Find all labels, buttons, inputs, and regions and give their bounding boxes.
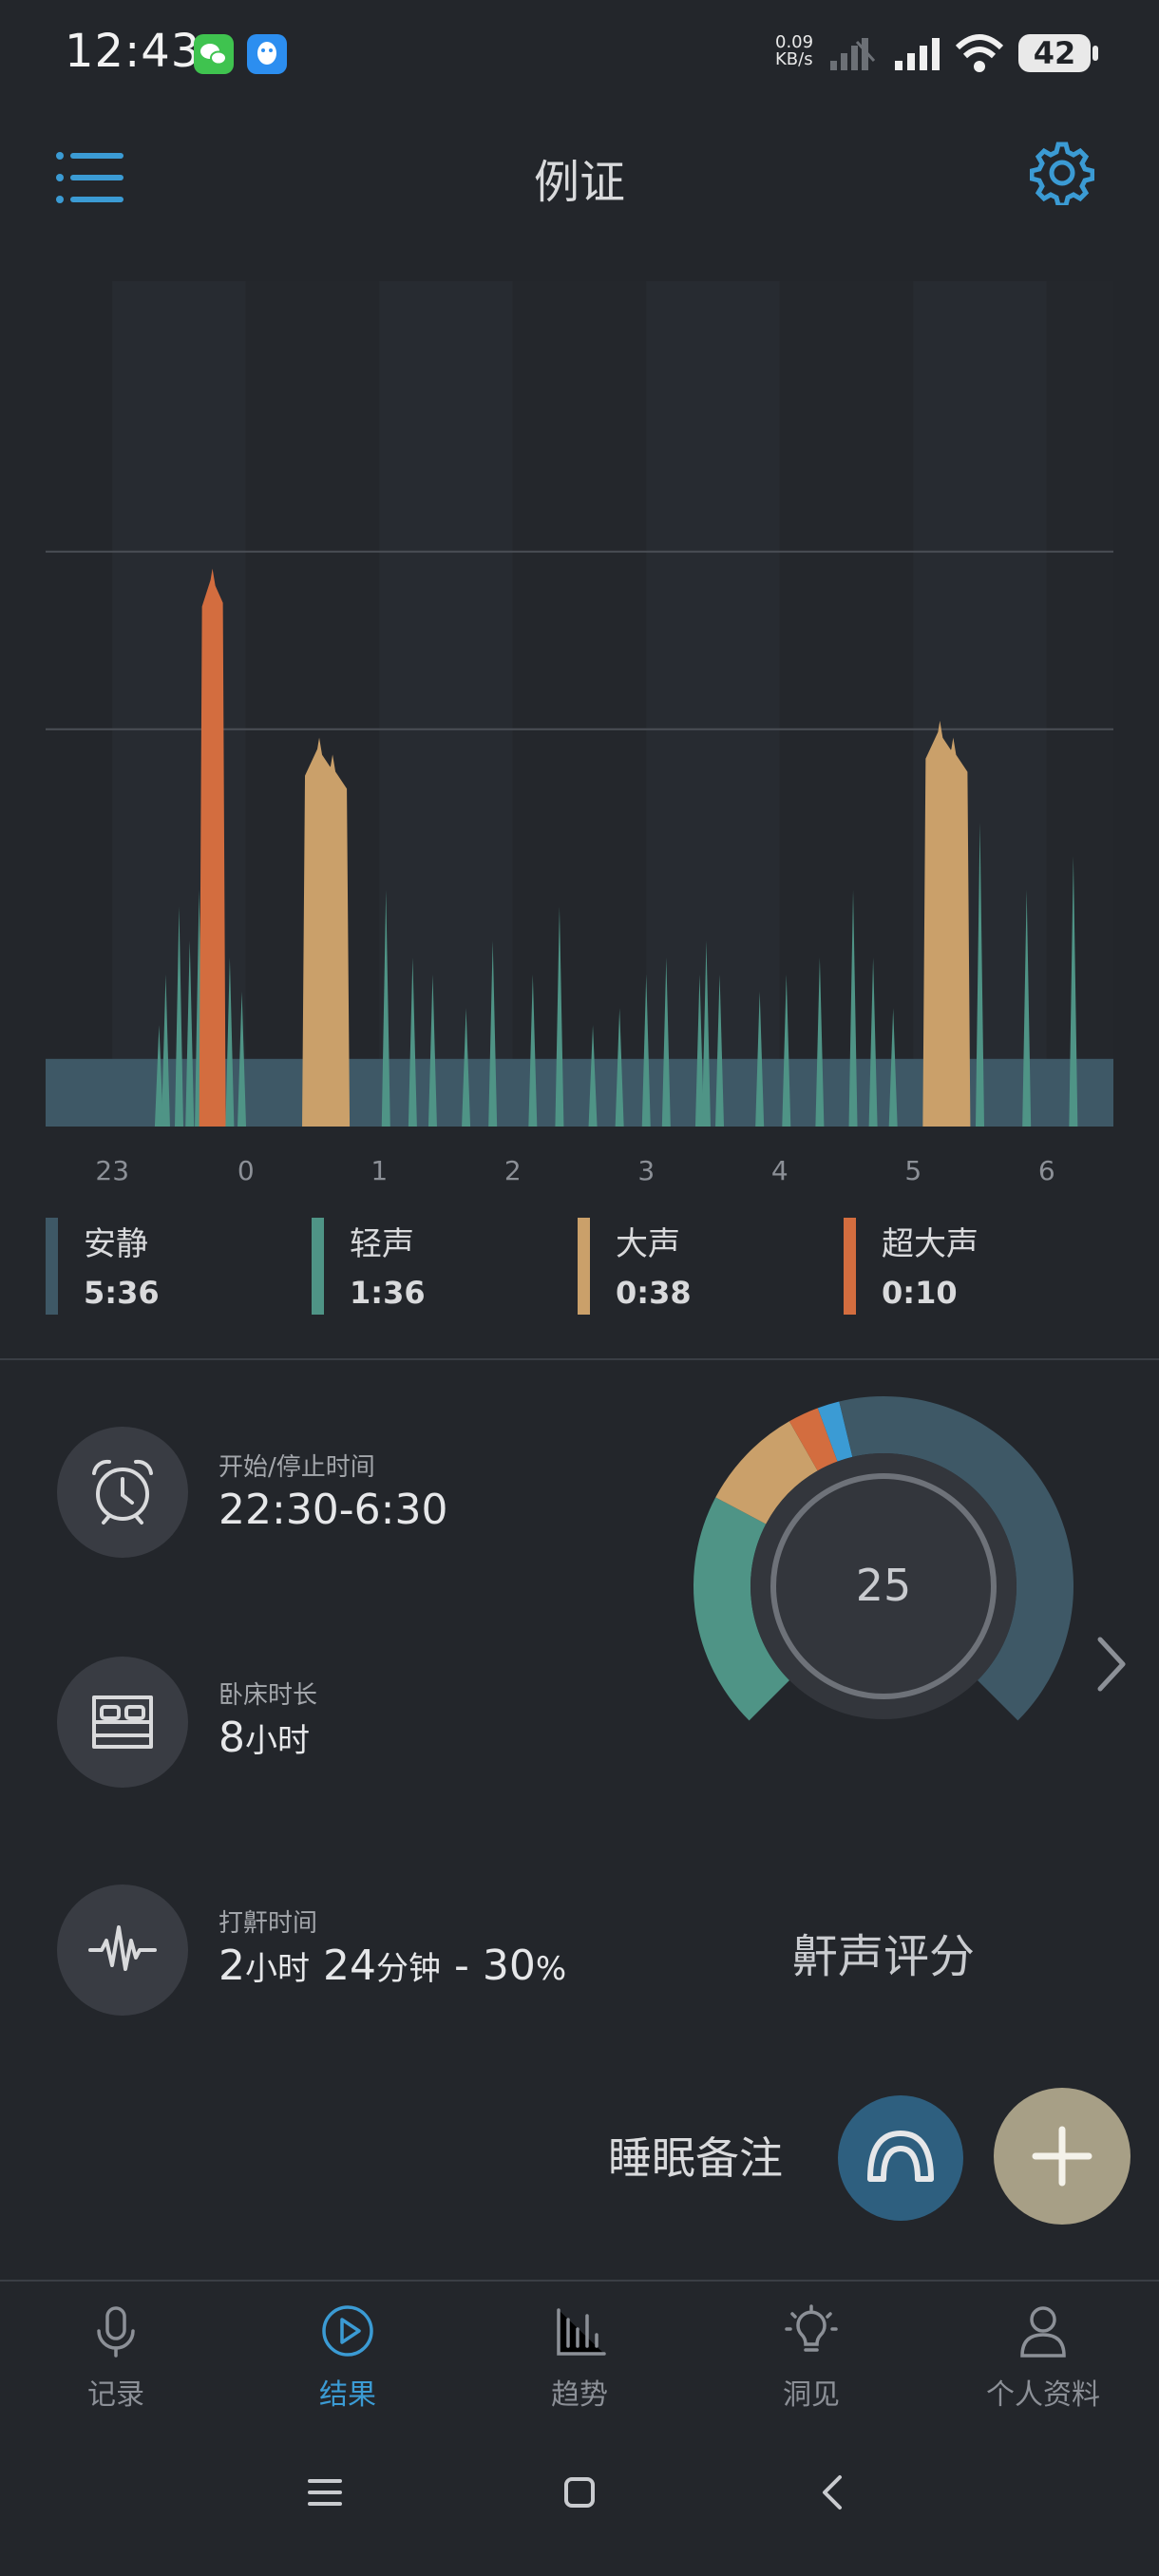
snore-percent-unit: % <box>535 1950 567 1988</box>
hour-band <box>1046 281 1113 1127</box>
x-tick-label: 1 <box>370 1155 389 1186</box>
nav-profile-label: 个人资料 <box>986 2378 1100 2412</box>
net-speed: 0.09 KB/s <box>775 34 817 68</box>
hour-band <box>779 281 914 1127</box>
nav-trends[interactable]: 趋势 <box>484 2302 674 2413</box>
lightbulb-icon <box>785 2304 838 2352</box>
recents-icon[interactable] <box>306 2473 344 2511</box>
nav-record[interactable]: 记录 <box>21 2302 211 2413</box>
snore-hours: 2 <box>218 1941 245 1990</box>
gear-icon <box>1029 142 1095 208</box>
x-tick-label: 3 <box>637 1155 656 1186</box>
legend-label: 大声 <box>616 1225 680 1263</box>
in-bed-value: 8小时 <box>218 1714 310 1762</box>
snore-score-label: 鼾声评分 <box>791 1930 975 1983</box>
legend-value: 0:38 <box>616 1275 692 1311</box>
settings-button[interactable] <box>1029 141 1095 208</box>
snore-minutes-unit: 分钟 <box>376 1950 441 1988</box>
add-note-button[interactable] <box>994 2088 1130 2225</box>
sleep-notes-button[interactable] <box>838 2095 963 2221</box>
legend-value: 5:36 <box>84 1275 160 1311</box>
in-bed-label: 卧床时长 <box>218 1681 318 1710</box>
waveform-icon-circle <box>57 1885 188 2016</box>
wifi-icon <box>955 34 1004 72</box>
x-tick-label: 0 <box>237 1155 255 1186</box>
waveform-icon <box>88 1925 157 1971</box>
mouthguard-icon <box>867 2130 934 2182</box>
snore-separator: - <box>454 1941 469 1990</box>
snore-minutes: 24 <box>323 1941 376 1990</box>
snore-score-gauge[interactable]: 25 <box>684 1396 1083 1738</box>
battery-level: 42 <box>1033 35 1076 71</box>
nav-insights[interactable]: 洞见 <box>716 2302 906 2413</box>
snore-spike-epic <box>199 568 226 1127</box>
battery-tip <box>1092 46 1098 61</box>
battery-icon: 42 <box>1018 34 1091 72</box>
snore-time-value: 2小时 24分钟 - 30% <box>218 1941 566 1990</box>
snore-spike-loud <box>315 754 351 1127</box>
snore-percent: 30 <box>482 1941 536 1990</box>
in-bed-hours: 8 <box>218 1714 245 1762</box>
x-tick-label: 5 <box>904 1155 922 1186</box>
alarm-clock-icon-circle <box>57 1427 188 1558</box>
nav-insights-label: 洞见 <box>783 2378 840 2412</box>
alarm-clock-icon <box>92 1459 153 1525</box>
bar-chart-icon <box>557 2308 606 2356</box>
x-tick-label: 23 <box>95 1155 130 1186</box>
nav-divider <box>0 2280 1159 2282</box>
play-circle-icon <box>322 2305 373 2357</box>
section-divider <box>0 1358 1159 1360</box>
in-bed-unit: 小时 <box>245 1722 310 1760</box>
qq-icon <box>247 34 287 74</box>
snore-hours-unit: 小时 <box>245 1950 310 1988</box>
plus-icon <box>1032 2126 1092 2187</box>
nav-record-label: 记录 <box>87 2378 144 2412</box>
nav-trends-label: 趋势 <box>551 2378 608 2412</box>
x-tick-label: 4 <box>770 1155 788 1186</box>
signal-icon <box>895 38 940 70</box>
net-speed-unit: KB/s <box>775 49 813 69</box>
nav-profile[interactable]: 个人资料 <box>948 2302 1138 2413</box>
x-tick-label: 6 <box>1037 1155 1055 1186</box>
snore-chart <box>46 281 1113 1127</box>
legend-swatch-loud <box>578 1218 590 1315</box>
status-time: 12:43 <box>65 25 201 78</box>
sleep-notes-label: 睡眠备注 <box>608 2132 783 2184</box>
legend-label: 超大声 <box>882 1225 978 1263</box>
legend-value: 0:10 <box>882 1275 958 1311</box>
x-tick-label: 2 <box>504 1155 522 1186</box>
legend-value: 1:36 <box>350 1275 426 1311</box>
person-icon <box>1020 2306 1066 2358</box>
home-icon[interactable] <box>560 2473 598 2511</box>
score-value: 25 <box>856 1560 912 1611</box>
nav-results-label: 结果 <box>319 2378 376 2412</box>
microphone-icon <box>97 2306 135 2358</box>
page-title: 例证 <box>533 156 625 209</box>
nav-results[interactable]: 结果 <box>253 2302 443 2413</box>
wechat-icon <box>194 34 234 74</box>
bed-icon <box>92 1695 153 1749</box>
legend-label: 安静 <box>84 1225 148 1263</box>
snore-time-label: 打鼾时间 <box>218 1909 318 1938</box>
start-stop-label: 开始/停止时间 <box>218 1453 375 1482</box>
snore-spike-loud <box>936 737 971 1127</box>
legend-label: 轻声 <box>350 1225 414 1263</box>
back-icon[interactable] <box>815 2473 853 2511</box>
legend-swatch-epic <box>844 1218 856 1315</box>
legend-swatch-light <box>312 1218 324 1315</box>
signal-sim2-icon <box>830 38 876 70</box>
bed-icon-circle <box>57 1657 188 1788</box>
legend-swatch-quiet <box>46 1218 58 1315</box>
start-stop-value: 22:30-6:30 <box>218 1486 448 1534</box>
chevron-right-icon[interactable] <box>1094 1634 1129 1695</box>
